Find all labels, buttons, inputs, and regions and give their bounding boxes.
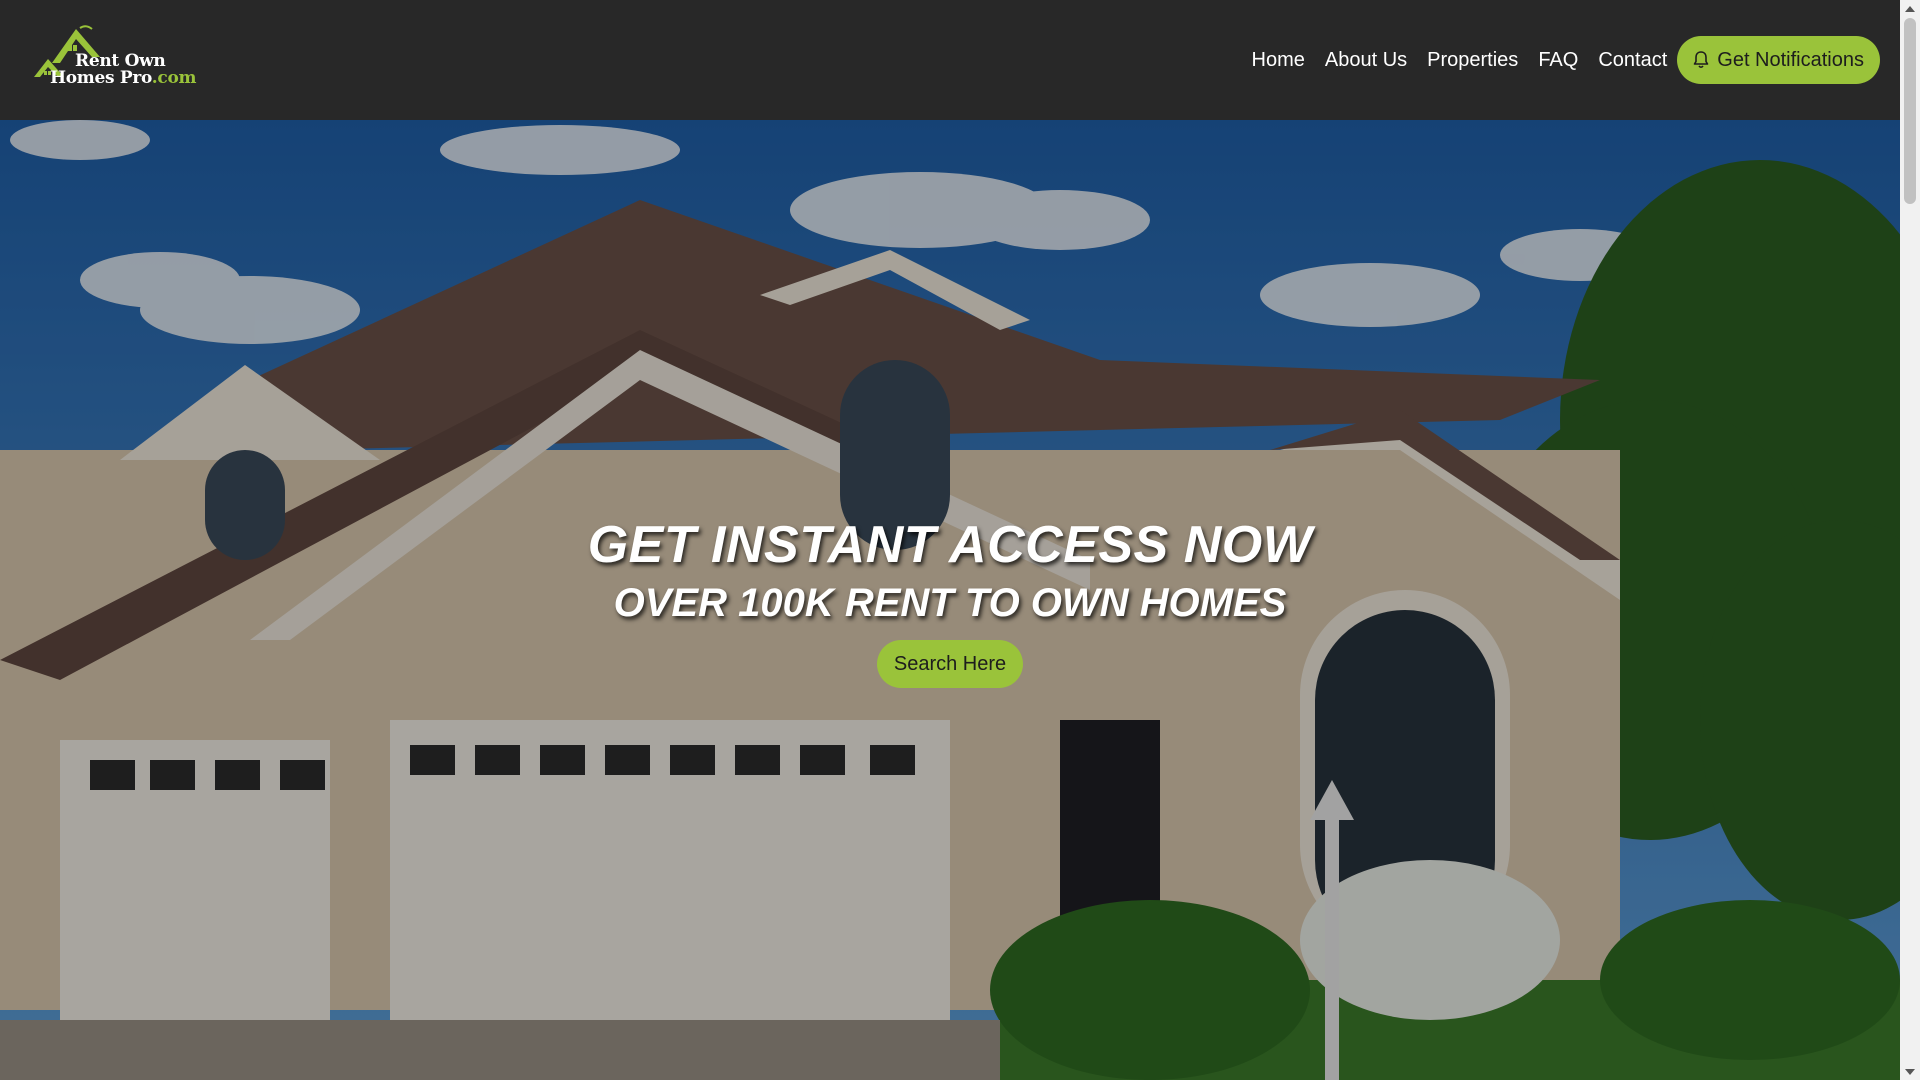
get-notifications-label: Get Notifications [1717, 48, 1864, 71]
nav-contact[interactable]: Contact [1588, 49, 1677, 72]
bell-icon [1691, 50, 1711, 70]
search-here-button[interactable]: Search Here [876, 640, 1024, 688]
nav-home[interactable]: Home [1242, 49, 1315, 72]
nav-faq[interactable]: FAQ [1528, 49, 1588, 72]
site-header: Rent Own Homes Pro.com Home About Us Pro… [0, 0, 1900, 120]
page-scrollbar[interactable] [1900, 0, 1920, 1080]
main-nav: Home About Us Properties FAQ Contact Get… [1242, 36, 1880, 84]
hero-subtitle: OVER 100K RENT TO OWN HOMES [613, 581, 1287, 625]
nav-about-us[interactable]: About Us [1315, 49, 1417, 72]
logo-line-2: Homes Pro [50, 68, 152, 88]
scroll-down-icon[interactable] [1900, 1063, 1920, 1080]
hero-title: GET INSTANT ACCESS NOW [587, 516, 1313, 574]
logo-wordmark: Rent Own Homes Pro.com [50, 53, 196, 87]
logo-suffix: .com [151, 68, 197, 88]
get-notifications-button[interactable]: Get Notifications [1677, 36, 1880, 84]
hero-section: GET INSTANT ACCESS NOW OVER 100K RENT TO… [0, 120, 1900, 1080]
nav-properties[interactable]: Properties [1417, 49, 1528, 72]
scroll-up-icon[interactable] [1900, 0, 1920, 17]
scroll-thumb[interactable] [1904, 18, 1916, 204]
hero-content: GET INSTANT ACCESS NOW OVER 100K RENT TO… [0, 515, 1900, 688]
site-logo[interactable]: Rent Own Homes Pro.com [30, 25, 200, 95]
